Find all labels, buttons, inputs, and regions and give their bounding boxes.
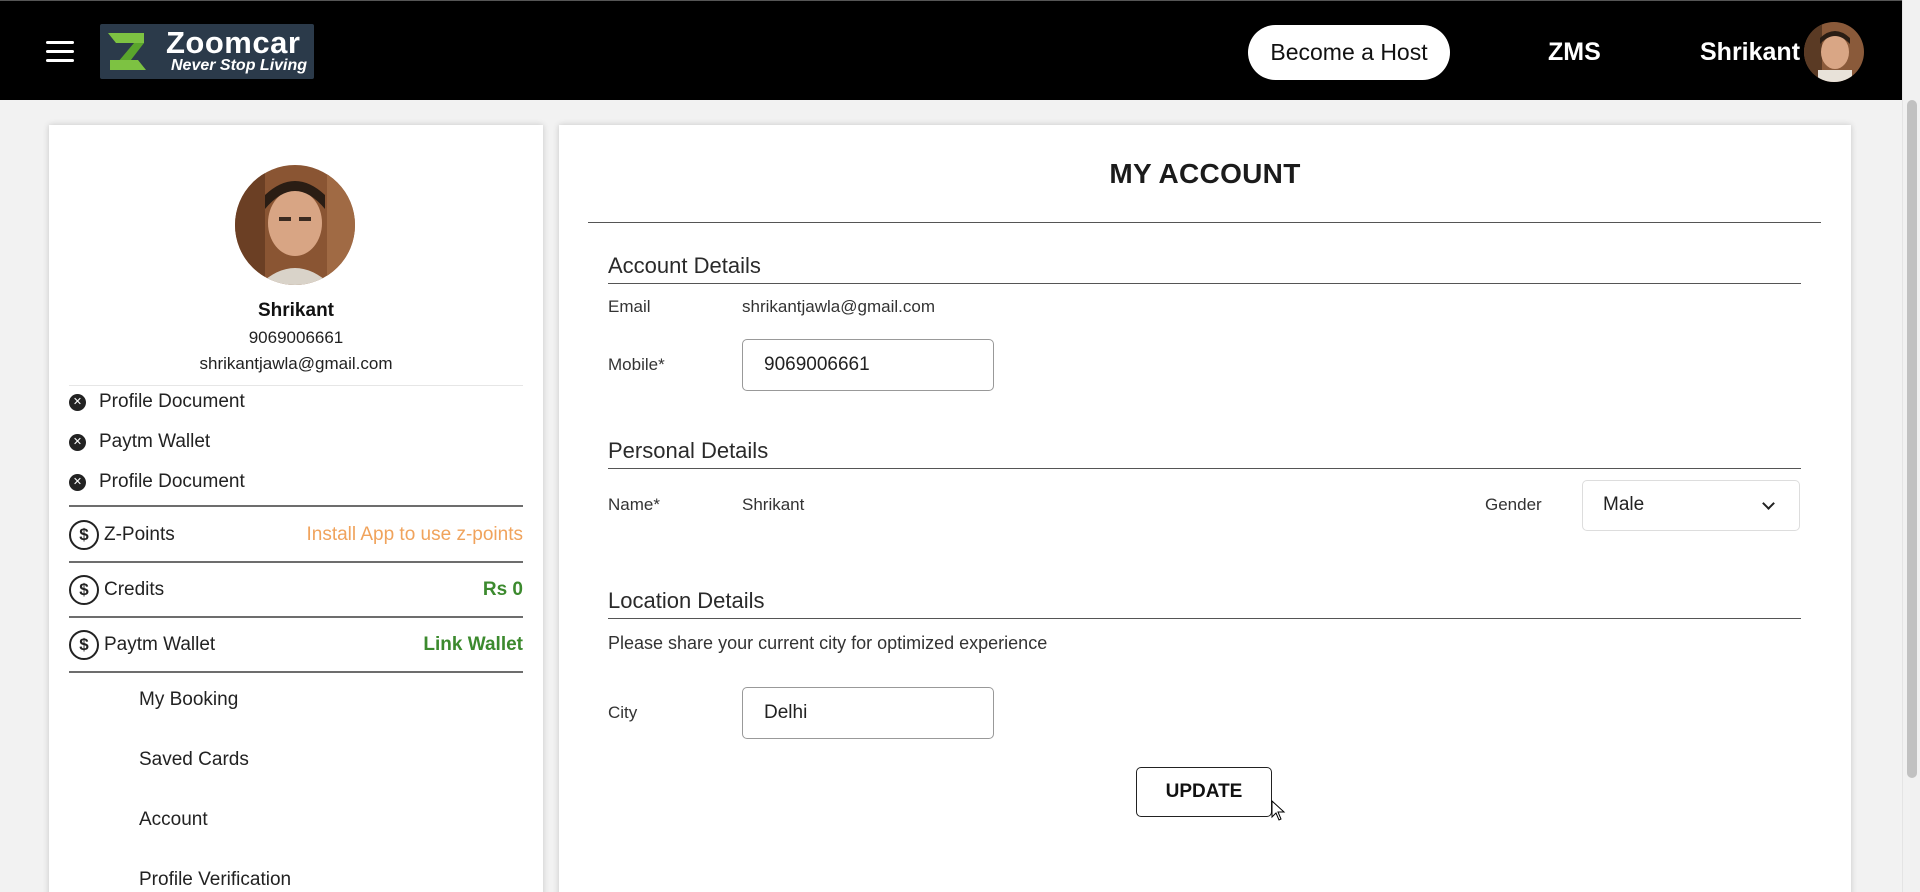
document-label: Paytm Wallet — [99, 431, 211, 452]
page-scrollbar[interactable] — [1902, 0, 1920, 892]
top-navbar: Zoomcar Never Stop Living Become a Host … — [0, 0, 1902, 100]
personal-details-heading: Personal Details — [608, 438, 769, 463]
location-hint: Please share your current city for optim… — [608, 633, 1048, 653]
credits-label: Credits — [104, 579, 165, 600]
account-details-heading: Account Details — [608, 253, 761, 278]
header-avatar[interactable] — [1804, 22, 1864, 82]
divider — [588, 222, 1821, 223]
menu-saved-cards[interactable]: Saved Cards — [139, 749, 249, 771]
name-label: Name* — [608, 495, 660, 514]
dollar-icon: $ — [69, 575, 99, 605]
chevron-down-icon — [1762, 497, 1775, 510]
scrollbar-thumb[interactable] — [1907, 100, 1917, 778]
profile-name: Shrikant — [257, 300, 335, 321]
document-item-profile[interactable]: ✕ Profile Document — [69, 387, 245, 417]
document-item-profile-2[interactable]: ✕ Profile Document — [69, 467, 245, 497]
zoomcar-z-icon — [108, 33, 146, 70]
name-value: Shrikant — [742, 495, 805, 514]
z-points-label: Z-Points — [104, 524, 175, 545]
gender-label: Gender — [1485, 495, 1542, 514]
mobile-input[interactable] — [742, 339, 994, 391]
location-details-heading: Location Details — [608, 588, 765, 613]
gender-select[interactable]: Male — [1582, 480, 1800, 531]
header-user-name[interactable]: Shrikant — [1700, 38, 1800, 67]
document-item-paytm[interactable]: ✕ Paytm Wallet — [69, 427, 210, 457]
profile-avatar — [235, 165, 355, 285]
update-button[interactable]: UPDATE — [1136, 767, 1272, 817]
zms-link[interactable]: ZMS — [1548, 38, 1601, 67]
become-host-button[interactable]: Become a Host — [1248, 25, 1450, 80]
profile-sidebar: Shrikant 9069006661 shrikantjawla@gmail.… — [49, 125, 543, 892]
z-points-row: $ Z-Points Install App to use z-points — [69, 518, 523, 552]
account-panel: MY ACCOUNT Account Details Email shrikan… — [559, 125, 1851, 892]
gender-value: Male — [1603, 494, 1645, 515]
zoomcar-logo[interactable]: Zoomcar Never Stop Living — [100, 24, 314, 79]
city-label: City — [608, 703, 638, 722]
profile-email: shrikantjawla@gmail.com — [199, 354, 393, 373]
email-value: shrikantjawla@gmail.com — [742, 297, 935, 316]
credits-row: $ Credits Rs 0 — [69, 573, 523, 607]
mobile-label: Mobile* — [608, 355, 665, 374]
close-circle-icon: ✕ — [69, 473, 86, 491]
menu-my-booking[interactable]: My Booking — [139, 689, 238, 711]
hamburger-menu-icon[interactable] — [46, 41, 74, 63]
logo-tagline: Never Stop Living — [171, 57, 308, 74]
divider — [608, 468, 1801, 469]
menu-account[interactable]: Account — [139, 809, 208, 831]
divider — [69, 616, 523, 618]
divider — [69, 561, 523, 563]
paytm-wallet-row: $ Paytm Wallet Link Wallet — [69, 628, 523, 662]
mouse-cursor-icon — [1271, 800, 1286, 821]
document-label: Profile Document — [99, 391, 245, 412]
divider — [608, 283, 1801, 284]
menu-profile-verification[interactable]: Profile Verification — [139, 869, 291, 891]
dollar-icon: $ — [69, 630, 99, 660]
city-input[interactable] — [742, 687, 994, 739]
page-title: MY ACCOUNT — [1109, 158, 1301, 189]
divider — [69, 671, 523, 673]
email-label: Email — [608, 297, 651, 316]
divider — [608, 618, 1801, 619]
paytm-wallet-label: Paytm Wallet — [104, 634, 216, 655]
link-wallet-link[interactable]: Link Wallet — [423, 634, 523, 656]
divider — [69, 385, 523, 386]
logo-name: Zoomcar — [166, 25, 301, 60]
dollar-icon: $ — [69, 520, 99, 550]
close-circle-icon: ✕ — [69, 393, 86, 411]
divider — [69, 505, 523, 507]
profile-phone: 9069006661 — [248, 328, 344, 347]
install-app-link[interactable]: Install App to use z-points — [306, 524, 523, 546]
credits-value: Rs 0 — [482, 579, 523, 600]
document-label: Profile Document — [99, 471, 245, 492]
close-circle-icon: ✕ — [69, 433, 86, 451]
